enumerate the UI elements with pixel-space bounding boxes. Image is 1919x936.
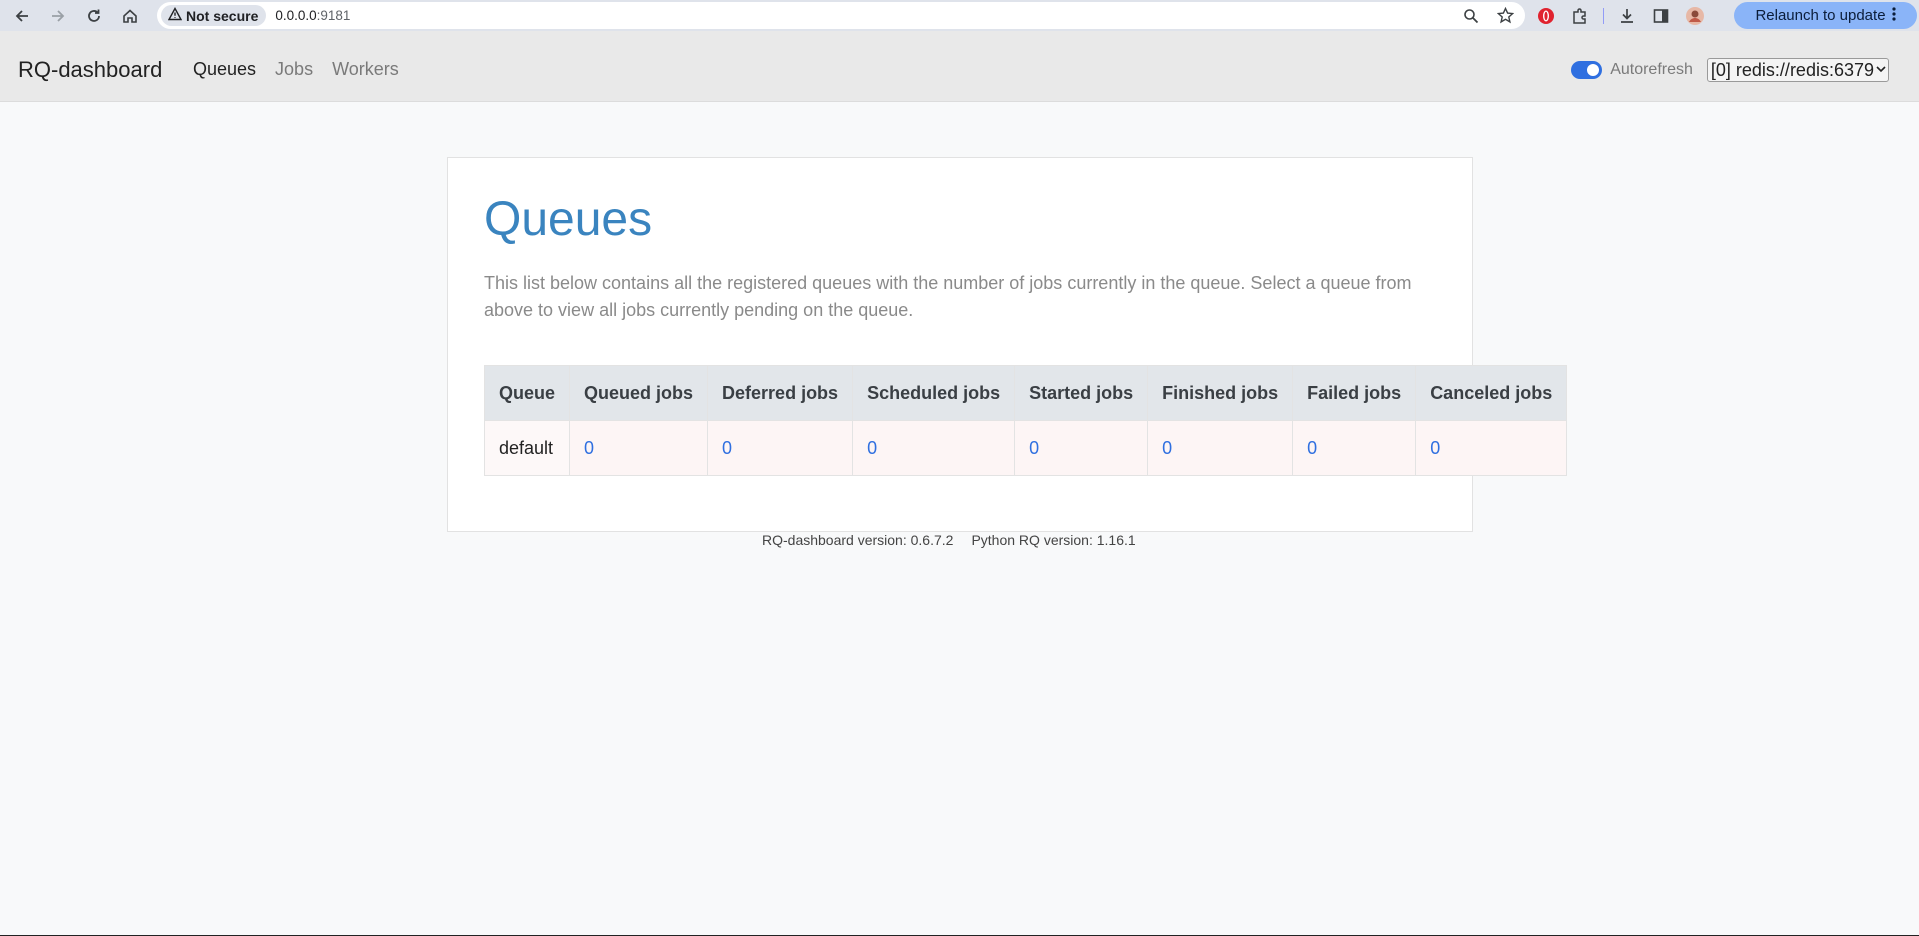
failed-jobs-cell: 0 [1292,420,1417,476]
extensions-puzzle-icon[interactable] [1569,5,1591,27]
header-finished-jobs: Finished jobs [1147,365,1294,421]
intro-text: This list below contains all the registe… [484,273,1412,320]
canceled-jobs-cell: 0 [1415,420,1568,476]
failed-jobs-link[interactable]: 0 [1307,438,1317,458]
autorefresh-label: Autorefresh [1610,61,1693,78]
app-navbar: RQ-dashboard Queues Jobs Workers Autoref… [0,31,1919,102]
header-failed-jobs: Failed jobs [1292,365,1417,421]
profile-avatar[interactable] [1684,5,1706,27]
redis-instance-value: [0] redis://redis:6379 [1710,59,1874,80]
warning-icon [167,7,183,24]
bookmark-star-icon[interactable] [1495,6,1515,26]
started-jobs-link[interactable]: 0 [1029,438,1039,458]
scheduled-jobs-link[interactable]: 0 [867,438,877,458]
queues-card: Queues This list below contains all the … [447,157,1568,532]
redis-instance-select[interactable]: [0] redis://redis:6379 [1706,58,1889,82]
chevron-down-icon [1876,64,1886,76]
header-started-jobs: Started jobs [1014,365,1149,421]
dashboard-version: RQ-dashboard version: 0.6.7.2 [762,532,954,548]
queues-table: Queue Queued jobs Deferred jobs Schedule… [483,365,1568,476]
zoom-icon[interactable] [1461,6,1481,26]
more-vert-icon [1891,6,1896,25]
nav-queues[interactable]: Queues [193,59,256,80]
table-header-row: Queue Queued jobs Deferred jobs Schedule… [483,365,1568,421]
deferred-jobs-cell: 0 [707,420,854,476]
header-queued-jobs: Queued jobs [569,365,709,421]
header-queue: Queue [483,365,571,421]
finished-jobs-cell: 0 [1147,420,1294,476]
relaunch-button[interactable]: Relaunch to update [1734,2,1917,29]
security-chip[interactable]: Not secure [161,5,267,26]
browser-toolbar: Not secure 0.0.0.0:9181 Relaunch to upda… [0,0,1919,31]
toolbar-divider [1603,7,1604,24]
table-row: default 0 0 0 0 0 0 0 [483,420,1568,476]
download-icon[interactable] [1616,5,1638,27]
security-label: Not secure [186,7,259,24]
canceled-jobs-link[interactable]: 0 [1430,438,1440,458]
forward-icon[interactable] [40,0,76,31]
scheduled-jobs-cell: 0 [852,420,1016,476]
rq-version: Python RQ version: 1.16.1 [971,532,1136,548]
relaunch-label: Relaunch to update [1755,7,1886,24]
queue-name-cell: default [483,420,571,476]
nav-jobs[interactable]: Jobs [275,59,313,80]
side-panel-icon[interactable] [1650,5,1672,27]
brand-link[interactable]: RQ-dashboard [18,57,162,83]
url-text[interactable]: 0.0.0.0:9181 [275,8,350,23]
header-deferred-jobs: Deferred jobs [707,365,854,421]
nav-links: Queues Jobs Workers [193,59,399,80]
address-bar[interactable]: Not secure 0.0.0.0:9181 [157,2,1525,29]
opera-extension-icon[interactable] [1535,5,1557,27]
back-icon[interactable] [4,0,40,31]
autorefresh-toggle[interactable] [1571,61,1603,79]
home-icon[interactable] [112,0,148,31]
queued-jobs-cell: 0 [569,420,709,476]
reload-icon[interactable] [76,0,112,31]
header-canceled-jobs: Canceled jobs [1415,365,1568,421]
header-scheduled-jobs: Scheduled jobs [852,365,1016,421]
page-title: Queues [484,193,653,246]
deferred-jobs-link[interactable]: 0 [722,438,732,458]
finished-jobs-link[interactable]: 0 [1162,438,1172,458]
queued-jobs-link[interactable]: 0 [584,438,594,458]
version-footer: RQ-dashboard version: 0.6.7.2 Python RQ … [762,532,1136,548]
started-jobs-cell: 0 [1014,420,1149,476]
nav-workers[interactable]: Workers [332,59,399,80]
